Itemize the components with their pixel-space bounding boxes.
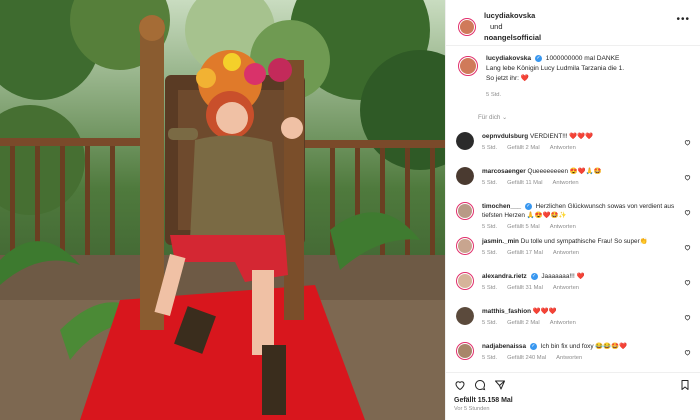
comment-like-count[interactable]: Gefällt 2 Mal bbox=[507, 320, 540, 326]
comment-like-count[interactable]: Gefällt 31 Mal bbox=[507, 285, 543, 291]
comment-list: oepnvdulsburg VERDIENT!!! ❤️❤️❤️ 5 Std. G… bbox=[446, 127, 700, 372]
reply-link[interactable]: Antworten bbox=[550, 145, 576, 151]
verified-badge-icon: ✓ bbox=[534, 54, 542, 62]
reply-link[interactable]: Antworten bbox=[550, 224, 576, 230]
comment-text: ❤️❤️❤️ bbox=[532, 308, 557, 315]
post-viewer: lucydiakovska und noangelsofficial ••• l… bbox=[0, 0, 700, 420]
heart-icon[interactable] bbox=[454, 379, 466, 391]
post-actions: Gefällt 15.158 Mal Vor 5 Stunden bbox=[446, 372, 700, 420]
commenter-avatar[interactable] bbox=[456, 342, 474, 360]
comment-time: 5 Std. bbox=[482, 145, 498, 151]
comment-text: Jaaaaaaa!!! ❤️ bbox=[541, 273, 585, 280]
post-photo[interactable] bbox=[0, 0, 445, 420]
comment-time: 5 Std. bbox=[482, 355, 498, 361]
comment-item: alexandra.rietz ✓ Jaaaaaaa!!! ❤️ 5 Std. G… bbox=[446, 267, 700, 302]
caption-time: 5 Std. bbox=[486, 92, 502, 98]
comment-item: oepnvdulsburg VERDIENT!!! ❤️❤️❤️ 5 Std. G… bbox=[446, 127, 700, 162]
post-side-panel: lucydiakovska und noangelsofficial ••• l… bbox=[445, 0, 700, 420]
comment-time: 5 Std. bbox=[482, 180, 498, 186]
comment-heart-icon[interactable] bbox=[684, 139, 691, 146]
comment-like-count[interactable]: Gefällt 11 Mal bbox=[507, 180, 542, 186]
commenter-avatar[interactable] bbox=[456, 237, 474, 255]
more-horizontal-icon[interactable]: ••• bbox=[676, 14, 690, 25]
caption-username-link[interactable]: lucydiakovska bbox=[486, 55, 531, 62]
commenter-avatar[interactable] bbox=[456, 272, 474, 290]
post-like-count[interactable]: Gefällt 15.158 Mal bbox=[454, 397, 691, 404]
comment-item: jasmin._min Du tolle und sympathische Fr… bbox=[446, 232, 700, 267]
comment-time: 5 Std. bbox=[482, 285, 498, 291]
comment-heart-icon[interactable] bbox=[684, 244, 691, 251]
comment-text: VERDIENT!!! ❤️❤️❤️ bbox=[529, 133, 594, 140]
caption-line-2: Lang lebe Königin Lucy Ludmila Tarzania … bbox=[486, 65, 625, 72]
verified-badge-icon: ✓ bbox=[530, 272, 538, 280]
collab-username-link[interactable]: noangelsofficial bbox=[484, 33, 541, 42]
comment-item: matthis_fashion ❤️❤️❤️ 5 Std. Gefällt 2 M… bbox=[446, 302, 700, 337]
caption-line-3: So jetzt ihr: ❤️ bbox=[486, 75, 530, 82]
comment-time: 5 Std. bbox=[482, 224, 498, 230]
share-icon[interactable] bbox=[494, 379, 506, 391]
commenter-username-link[interactable]: jasmin._min bbox=[482, 238, 519, 245]
commenter-username-link[interactable]: matthis_fashion bbox=[482, 308, 531, 315]
commenter-username-link[interactable]: oepnvdulsburg bbox=[482, 133, 528, 140]
comment-icon[interactable] bbox=[474, 379, 486, 391]
commenter-username-link[interactable]: marcosaenger bbox=[482, 168, 526, 175]
comment-heart-icon[interactable] bbox=[684, 174, 691, 181]
caption-line-1: 1000000000 mal DANKE bbox=[545, 55, 620, 62]
caption-avatar[interactable] bbox=[458, 56, 478, 76]
commenter-username-link[interactable]: alexandra.rietz bbox=[482, 273, 527, 280]
comment-text: Ich bin fix und foxy 😂😂🤩❤️ bbox=[540, 343, 628, 350]
comment-sort-dropdown[interactable]: Für dich ⌄ bbox=[478, 114, 700, 121]
comment-item: marcosaenger Queeeeeeeen 😍❤️🙏🤩 5 Std. Gef… bbox=[446, 162, 700, 197]
comment-text: Queeeeeeeen 😍❤️🙏🤩 bbox=[527, 168, 602, 175]
comment-heart-icon[interactable] bbox=[684, 314, 691, 321]
comment-item: nadjabenaissa ✓ Ich bin fix und foxy 😂😂🤩… bbox=[446, 337, 700, 372]
reply-link[interactable]: Antworten bbox=[550, 320, 576, 326]
post-caption: lucydiakovska ✓ 1000000000 mal DANKE Lan… bbox=[446, 46, 700, 100]
post-timestamp: Vor 5 Stunden bbox=[454, 406, 490, 412]
post-header: lucydiakovska und noangelsofficial ••• bbox=[446, 0, 700, 46]
comment-time: 5 Std. bbox=[482, 250, 498, 256]
comment-heart-icon[interactable] bbox=[684, 209, 691, 216]
reply-link[interactable]: Antworten bbox=[556, 355, 582, 361]
commenter-avatar[interactable] bbox=[456, 167, 474, 185]
commenter-username-link[interactable]: timochen___ bbox=[482, 203, 521, 210]
reply-link[interactable]: Antworten bbox=[553, 285, 579, 291]
reply-link[interactable]: Antworten bbox=[553, 250, 579, 256]
comment-like-count[interactable]: Gefällt 2 Mal bbox=[507, 145, 540, 151]
commenter-avatar[interactable] bbox=[456, 307, 474, 325]
reply-link[interactable]: Antworten bbox=[553, 180, 579, 186]
author-avatar[interactable] bbox=[458, 18, 476, 36]
comment-like-count[interactable]: Gefällt 240 Mal bbox=[507, 355, 546, 361]
comment-time: 5 Std. bbox=[482, 320, 498, 326]
comment-text: Du tolle und sympathische Frau! So super… bbox=[520, 238, 648, 245]
commenter-avatar[interactable] bbox=[456, 202, 474, 220]
author-username-link[interactable]: lucydiakovska bbox=[484, 11, 535, 20]
comment-heart-icon[interactable] bbox=[684, 349, 691, 356]
comment-like-count[interactable]: Gefällt 5 Mal bbox=[507, 224, 540, 230]
verified-badge-icon: ✓ bbox=[524, 202, 532, 210]
verified-badge-icon: ✓ bbox=[529, 342, 537, 350]
comment-like-count[interactable]: Gefällt 17 Mal bbox=[507, 250, 543, 256]
commenter-username-link[interactable]: nadjabenaissa bbox=[482, 343, 526, 350]
bookmark-icon[interactable] bbox=[679, 379, 691, 391]
comment-item: timochen___ ✓ Herzlichen Glückwunsch sow… bbox=[446, 197, 700, 232]
commenter-avatar[interactable] bbox=[456, 132, 474, 150]
comment-heart-icon[interactable] bbox=[684, 279, 691, 286]
jungle-throne-illustration bbox=[0, 0, 445, 420]
collab-and-label: und bbox=[490, 22, 503, 31]
